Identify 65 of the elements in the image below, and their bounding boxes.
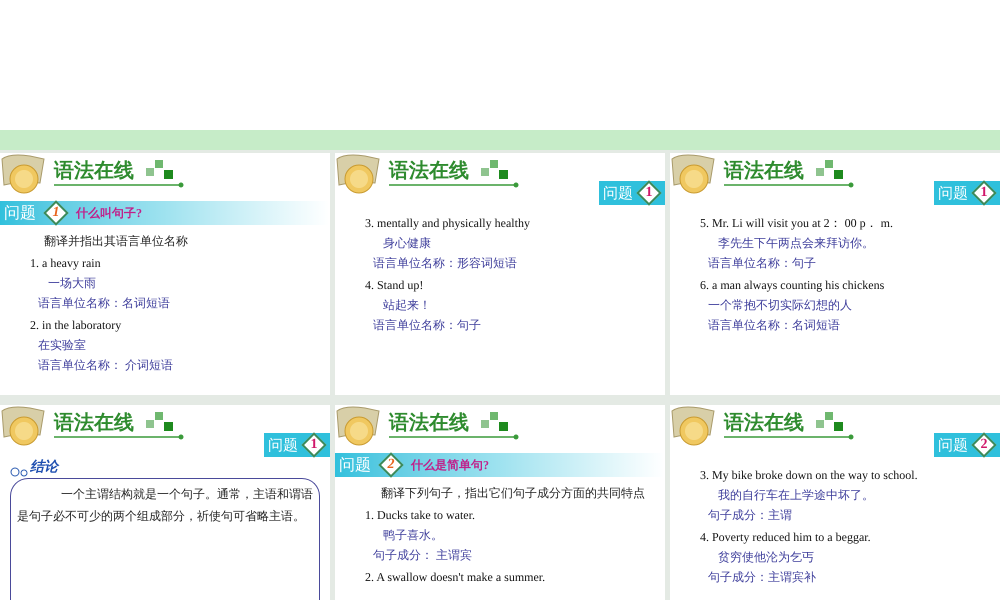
question-label: 问题	[339, 454, 371, 476]
squares-icon	[816, 160, 844, 180]
answer-text: 语言单位名称：名词短语	[37, 295, 171, 312]
number-badge: 2	[972, 433, 996, 457]
translation-text: 贫穷使他沦为乞丐	[717, 549, 815, 566]
english-text: 3. My bike broke down on the way to school.	[699, 467, 919, 484]
answer-text: 句子成分： 主谓宾	[372, 547, 473, 564]
squares-icon	[146, 412, 174, 432]
slide-heading: 语法在线	[54, 160, 134, 180]
question-label: 问题	[938, 182, 968, 204]
question-text: 什么叫句子?	[76, 205, 142, 222]
number-badge: 2	[379, 453, 403, 477]
translation-text: 我的自行车在上学途中坏了。	[717, 487, 875, 504]
english-text: 2. A swallow doesn't make a summer.	[364, 569, 546, 586]
question-label: 问题	[938, 434, 968, 456]
answer-text: 语言单位名称：句子	[707, 255, 817, 272]
slide-heading: 语法在线	[389, 412, 469, 432]
english-text: 2. in the laboratory	[29, 317, 122, 334]
squares-icon	[481, 160, 509, 180]
translation-text: 身心健康	[382, 235, 432, 252]
slide-heading: 语法在线	[389, 160, 469, 180]
slide-thumbnail[interactable]: 语法在线 问题 2 什么是简单句? 翻译下列句子，指出它们句子成分方面的共同特点 1. Ducks take to water. 鸭子喜水。 句子成分： 主谓宾 2. A swallow doesn't make a summer.	[335, 405, 665, 600]
squares-icon	[481, 412, 509, 432]
answer-text: 句子成分：主谓	[707, 507, 793, 524]
answer-text: 语言单位名称：句子	[372, 317, 482, 334]
number-badge: 1	[44, 201, 68, 225]
translation-text: 李先生下午两点会来拜访你。	[717, 235, 875, 252]
answer-text: 在实验室	[37, 337, 87, 354]
slide-thumbnail[interactable]: 语法在线 问题 1 3. mentally and physically healthy 身心健康 语言单位名称：形容词短语 4. Stand up! 站起来！ 语言单位名称：句子	[335, 153, 665, 395]
slide-heading: 语法在线	[724, 160, 804, 180]
translation-text: 站起来！	[382, 297, 432, 314]
answer-text: 语言单位名称：形容词短语	[372, 255, 518, 272]
english-text: 5. Mr. Li will visit you at 2： 00 p． m.	[699, 215, 894, 232]
prompt-text: 翻译并指出其语言单位名称	[43, 233, 189, 250]
english-text: 1. a heavy rain	[29, 255, 102, 272]
english-text: 1. Ducks take to water.	[364, 507, 476, 524]
slide-heading: 语法在线	[54, 412, 134, 432]
number-badge: 1	[972, 181, 996, 205]
number-badge: 1	[637, 181, 661, 205]
squares-icon	[816, 412, 844, 432]
slide-thumbnail[interactable]: 语法在线 问题 2 3. My bike broke down on the way to school. 我的自行车在上学途中坏了。 句子成分：主谓 4. Poverty reduced him to a beggar. 贫穷使他沦为乞丐 句子成分：主谓宾补	[670, 405, 1000, 600]
question-text: 什么是简单句?	[411, 457, 489, 474]
bubbles-icon	[10, 466, 30, 478]
slide-thumbnail[interactable]: 语法在线 问题 1 什么叫句子? 翻译并指出其语言单位名称 1. a heavy rain 一场大雨 语言单位名称：名词短语 2. in the laboratory 在实验室 语言单位名称： 介词短语	[0, 153, 330, 395]
translation-text: 一场大雨	[47, 275, 97, 292]
question-label: 问题	[4, 202, 36, 224]
english-text: 6. a man always counting his chickens	[699, 277, 886, 294]
english-text: 4. Poverty reduced him to a beggar.	[699, 529, 872, 546]
squares-icon	[146, 160, 174, 180]
question-label: 问题	[268, 434, 298, 456]
slide-thumbnail[interactable]: 语法在线 问题 1 5. Mr. Li will visit you at 2： 00 p． m. 李先生下午两点会来拜访你。 语言单位名称：句子 6. a man always counting his chickens 一个常抱不切实际幻想的人 语言单位名称：名词短语	[670, 153, 1000, 395]
answer-text: 语言单位名称： 介词短语	[37, 357, 174, 374]
english-text: 4. Stand up!	[364, 277, 424, 294]
english-text: 3. mentally and physically healthy	[364, 215, 531, 232]
answer-text: 句子成分：主谓宾补	[707, 569, 817, 586]
number-badge: 1	[302, 433, 326, 457]
answer-text: 一个常抱不切实际幻想的人	[707, 297, 853, 314]
slide-thumbnail[interactable]: 语法在线 问题 1 结论 一个主谓结构就是一个句子。通常，主语和谓语是句子必不可少的两个组成部分，祈使句可省略主语。	[0, 405, 330, 600]
conclusion-text: 一个主谓结构就是一个句子。通常，主语和谓语是句子必不可少的两个组成部分，祈使句可省略主语。	[17, 486, 313, 525]
translation-text: 鸭子喜水。	[382, 527, 444, 544]
slide-heading: 语法在线	[724, 412, 804, 432]
prompt-text: 翻译下列句子，指出它们句子成分方面的共同特点	[380, 485, 646, 502]
question-label: 问题	[603, 182, 633, 204]
conclusion-heading: 结论	[30, 458, 58, 477]
answer-text: 语言单位名称：名词短语	[707, 317, 841, 334]
